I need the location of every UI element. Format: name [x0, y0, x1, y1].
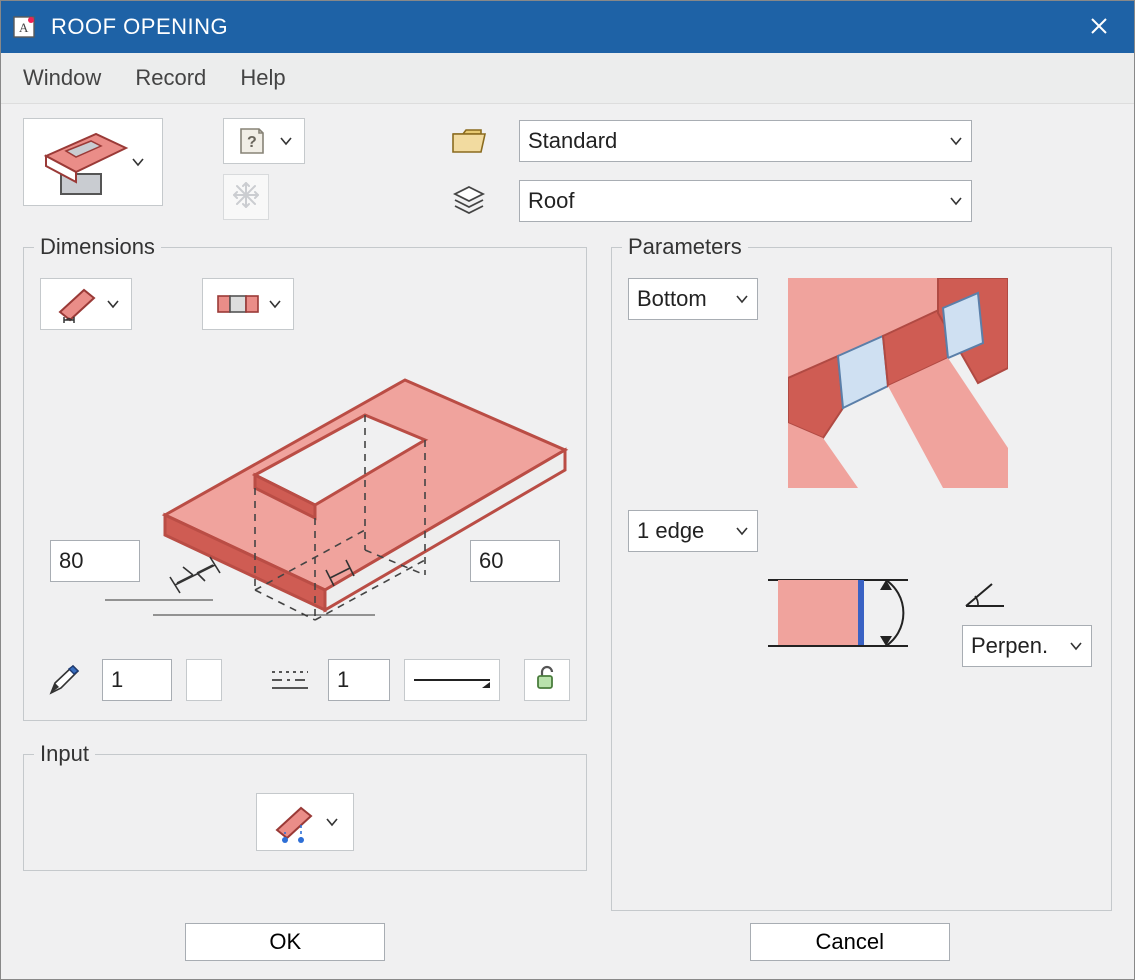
parameters-group: Parameters Bottom — [611, 234, 1112, 911]
lock-button[interactable] — [524, 659, 570, 701]
layer-dropdown-value: Roof — [528, 188, 574, 214]
help-book-icon: ? — [235, 124, 269, 158]
chevron-down-icon — [106, 297, 120, 311]
style-dropdown[interactable]: Standard — [519, 120, 972, 162]
chevron-down-icon — [131, 155, 145, 169]
chevron-down-icon — [268, 297, 282, 311]
menubar: Window Record Help — [1, 53, 1134, 104]
parameters-legend: Parameters — [622, 234, 748, 260]
pen-value-input[interactable] — [102, 659, 172, 701]
menu-window[interactable]: Window — [23, 65, 101, 90]
input-group: Input — [23, 741, 587, 871]
dimensions-group: Dimensions — [23, 234, 587, 721]
opening-type-dropdown[interactable] — [23, 118, 163, 206]
edge-dropdown[interactable]: 1 edge — [628, 510, 758, 552]
window-title: ROOF OPENING — [51, 14, 1074, 40]
pen-color-button[interactable] — [186, 659, 222, 701]
svg-text:A: A — [19, 20, 29, 35]
color-swatch-white — [193, 669, 215, 691]
slanted-dim-icon — [52, 280, 100, 328]
ok-button[interactable]: OK — [185, 923, 385, 961]
unlock-icon — [533, 664, 561, 697]
chevron-down-icon — [279, 134, 293, 148]
reference-dropdown[interactable]: Bottom — [628, 278, 758, 320]
edge-preview — [768, 572, 938, 667]
chevron-down-icon — [1069, 639, 1083, 653]
style-dropdown-value: Standard — [528, 128, 617, 154]
folder-icon — [445, 117, 493, 165]
angle-dropdown-value: Perpen. — [971, 633, 1048, 659]
angle-dropdown[interactable]: Perpen. — [962, 625, 1092, 667]
reference-dropdown-value: Bottom — [637, 286, 707, 312]
menu-record[interactable]: Record — [135, 65, 206, 90]
edge-dropdown-value: 1 edge — [637, 518, 704, 544]
titlebar: A ROOF OPENING — [1, 1, 1134, 53]
svg-text:?: ? — [247, 134, 257, 151]
input-legend: Input — [34, 741, 95, 767]
dimensions-preview — [40, 340, 570, 630]
line-preview-icon — [412, 670, 492, 690]
reference-preview — [788, 278, 1008, 488]
footer: OK Cancel — [1, 923, 1134, 979]
freeze-button[interactable] — [223, 174, 269, 220]
dimension-b-input[interactable] — [470, 540, 560, 582]
chevron-down-icon — [325, 815, 339, 829]
chevron-down-icon — [735, 292, 749, 306]
layer-dropdown[interactable]: Roof — [519, 180, 972, 222]
main-area: Dimensions — [1, 234, 1134, 923]
layers-icon — [445, 177, 493, 225]
chevron-down-icon — [949, 134, 963, 148]
chevron-down-icon — [735, 524, 749, 538]
close-button[interactable] — [1074, 14, 1124, 40]
dimension-a-input[interactable] — [50, 540, 140, 582]
linetype-icon — [266, 656, 314, 704]
chevron-down-icon — [949, 194, 963, 208]
roof-opening-type-icon — [41, 126, 131, 198]
linetype-preview-button[interactable] — [404, 659, 500, 701]
dimensions-legend: Dimensions — [34, 234, 161, 260]
mode-a-dropdown[interactable] — [40, 278, 132, 330]
input-mode-dropdown[interactable] — [256, 793, 354, 851]
snowflake-icon — [231, 180, 261, 215]
angle-icon — [962, 578, 1008, 615]
pen-icon — [40, 656, 88, 704]
linetype-value-input[interactable] — [328, 659, 390, 701]
input-mode-icon — [271, 798, 319, 846]
cancel-button[interactable]: Cancel — [750, 923, 950, 961]
section-icon — [214, 280, 262, 328]
mode-b-dropdown[interactable] — [202, 278, 294, 330]
toolbar: ? — [1, 104, 1134, 234]
help-library-dropdown[interactable]: ? — [223, 118, 305, 164]
app-icon: A — [11, 14, 37, 40]
menu-help[interactable]: Help — [240, 65, 285, 90]
